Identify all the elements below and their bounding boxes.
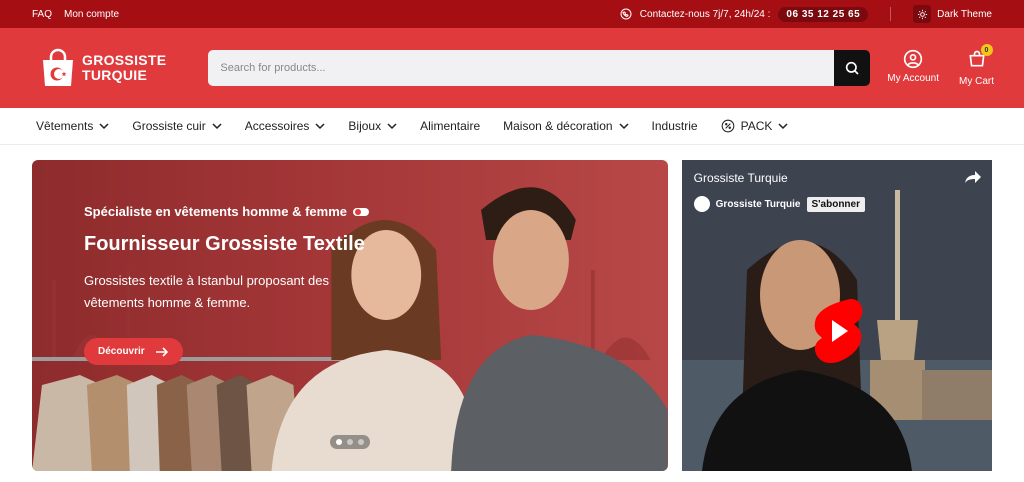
nav-label: Vêtements	[36, 119, 94, 133]
chevron-down-icon	[619, 123, 629, 130]
nav-item-pack[interactable]: PACK	[721, 119, 789, 133]
search-button[interactable]	[834, 50, 871, 86]
carousel-dot[interactable]	[358, 439, 364, 445]
discount-icon	[721, 119, 734, 133]
nav-label: Industrie	[651, 119, 698, 133]
chevron-down-icon	[778, 123, 788, 130]
nav-item-alimentaire[interactable]: Alimentaire	[420, 119, 480, 133]
carousel-dot[interactable]	[347, 439, 353, 445]
nav-item-bijoux[interactable]: Bijoux	[348, 119, 397, 133]
my-cart-label: My Cart	[959, 76, 994, 87]
my-cart-button[interactable]: 0 My Cart	[959, 44, 994, 87]
nav-label: Maison & décoration	[503, 119, 613, 133]
logo-text-line1: GROSSISTE	[82, 52, 167, 68]
hanging-clothes	[32, 375, 300, 471]
nav-label: Bijoux	[348, 119, 382, 133]
nav-item-vetements[interactable]: Vêtements	[36, 119, 109, 133]
my-account-link[interactable]: Mon compte	[64, 9, 119, 20]
chevron-down-icon	[212, 123, 222, 130]
turkey-flag-icon	[353, 207, 369, 216]
channel-name[interactable]: Grossiste Turquie	[716, 199, 801, 210]
nav-item-industrie[interactable]: Industrie	[652, 119, 698, 133]
shopping-bag-logo-icon	[43, 48, 73, 86]
main-content: Spécialiste en vêtements homme & femme F…	[0, 145, 1024, 471]
hero-description: Grossistes textile à Istanbul proposant …	[84, 273, 329, 310]
subscribe-button[interactable]: S'abonner	[806, 196, 865, 212]
faq-link[interactable]: FAQ	[32, 9, 52, 20]
site-logo[interactable]: GROSSISTE TURQUIE	[40, 48, 166, 88]
clothing-rack	[32, 357, 362, 361]
user-icon	[903, 49, 923, 69]
chevron-down-icon	[315, 123, 325, 130]
my-account-button[interactable]: My Account	[887, 49, 939, 87]
my-account-label: My Account	[887, 73, 939, 84]
nav-item-accessoires[interactable]: Accessoires	[245, 119, 326, 133]
nav-label: Alimentaire	[420, 119, 481, 133]
header: GROSSISTE TURQUIE My Account 0 My Cart	[0, 28, 1024, 108]
dark-theme-label: Dark Theme	[937, 8, 992, 20]
cart-count-badge: 0	[980, 44, 993, 56]
youtube-shorts-play-icon[interactable]	[812, 298, 864, 364]
search-input[interactable]	[208, 50, 835, 86]
phone-number[interactable]: 06 35 12 25 65	[778, 6, 869, 22]
hero-tagline: Spécialiste en vêtements homme & femme	[84, 204, 347, 219]
sun-icon	[913, 5, 932, 23]
nav-label: Grossiste cuir	[132, 119, 206, 133]
phone-icon	[620, 8, 632, 20]
logo-text-line2: TURQUIE	[82, 67, 148, 83]
chevron-down-icon	[99, 123, 109, 130]
contact-text: Contactez-nous 7j/7, 24h/24 :	[639, 8, 771, 20]
hero-title: Fournisseur Grossiste Textile	[84, 233, 365, 255]
channel-avatar[interactable]	[693, 196, 710, 212]
model-man	[451, 187, 668, 471]
search-icon	[846, 61, 859, 75]
divider	[890, 7, 892, 21]
carousel-dot[interactable]	[336, 439, 342, 445]
dark-theme-toggle[interactable]: Dark Theme	[913, 5, 992, 23]
arrow-right-icon	[155, 346, 168, 357]
hero-banner: Spécialiste en vêtements homme & femme F…	[32, 160, 668, 471]
search-bar	[208, 50, 871, 86]
discover-label: Découvrir	[98, 346, 145, 357]
nav-label: Accessoires	[244, 119, 310, 133]
video-embed[interactable]: Grossiste Turquie Grossiste Turquie S'ab…	[681, 160, 992, 471]
nav-item-grossiste-cuir[interactable]: Grossiste cuir	[132, 119, 222, 133]
nav-item-maison-decoration[interactable]: Maison & décoration	[503, 119, 629, 133]
nav-label: PACK	[740, 119, 773, 133]
discover-button[interactable]: Découvrir	[84, 338, 183, 365]
share-icon[interactable]	[964, 170, 982, 184]
main-nav: Vêtements Grossiste cuir Accessoires Bij…	[0, 108, 1024, 145]
video-title[interactable]: Grossiste Turquie	[694, 171, 788, 185]
top-bar: FAQ Mon compte Contactez-nous 7j/7, 24h/…	[0, 0, 1024, 28]
carousel-pagination	[330, 435, 370, 449]
chevron-down-icon	[387, 123, 397, 130]
